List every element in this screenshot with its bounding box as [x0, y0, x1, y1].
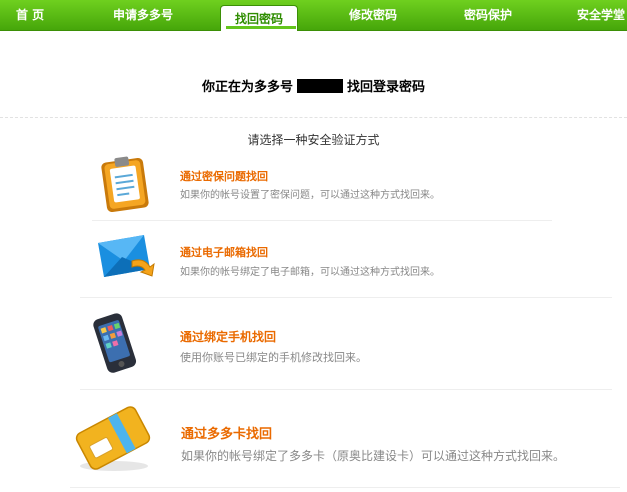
nav-item-password-protection[interactable]: 密码保护 — [464, 0, 512, 30]
option-card-desc: 如果你的帐号绑定了多多卡（原奥比建设卡）可以通过这种方式找回来。 — [181, 449, 566, 463]
option-phone-desc: 使用你账号已绑定的手机修改找回来。 — [180, 351, 367, 364]
option-separator — [80, 389, 612, 390]
option-security-question-desc: 如果你的帐号设置了密保问题，可以通过这种方式找回来。 — [180, 190, 440, 201]
top-nav: 首 页 申请多多号 找回密码 修改密码 密码保护 安全学堂 — [0, 0, 627, 31]
active-tab-indicator — [226, 26, 296, 29]
nav-item-home[interactable]: 首 页 — [16, 0, 44, 30]
option-separator — [70, 487, 620, 488]
redacted-account-number — [297, 79, 343, 93]
page-headline: 你正在为多多号 找回登录密码 — [0, 76, 627, 95]
clipboard-icon — [101, 156, 149, 212]
option-phone-title[interactable]: 通过绑定手机找回 — [180, 328, 276, 345]
card-icon — [75, 406, 151, 471]
section-divider — [0, 117, 627, 118]
option-email-desc: 如果你的帐号绑定了电子邮箱，可以通过这种方式找回来。 — [180, 267, 440, 278]
option-card-title[interactable]: 通过多多卡找回 — [181, 423, 272, 442]
option-security-question-title[interactable]: 通过密保问题找回 — [180, 168, 268, 184]
option-separator — [80, 297, 612, 298]
mobile-phone-icon — [93, 313, 137, 373]
option-email-title[interactable]: 通过电子邮箱找回 — [180, 244, 268, 260]
email-envelope-icon — [98, 235, 155, 277]
verification-subheading: 请选择一种安全验证方式 — [247, 133, 380, 147]
option-separator — [92, 220, 552, 221]
nav-item-apply-account[interactable]: 申请多多号 — [113, 0, 173, 30]
nav-item-change-password[interactable]: 修改密码 — [349, 0, 397, 30]
headline-prefix: 你正在为多多号 — [201, 80, 293, 95]
headline-suffix: 找回登录密码 — [347, 80, 426, 95]
nav-item-security-school[interactable]: 安全学堂 — [577, 0, 625, 30]
